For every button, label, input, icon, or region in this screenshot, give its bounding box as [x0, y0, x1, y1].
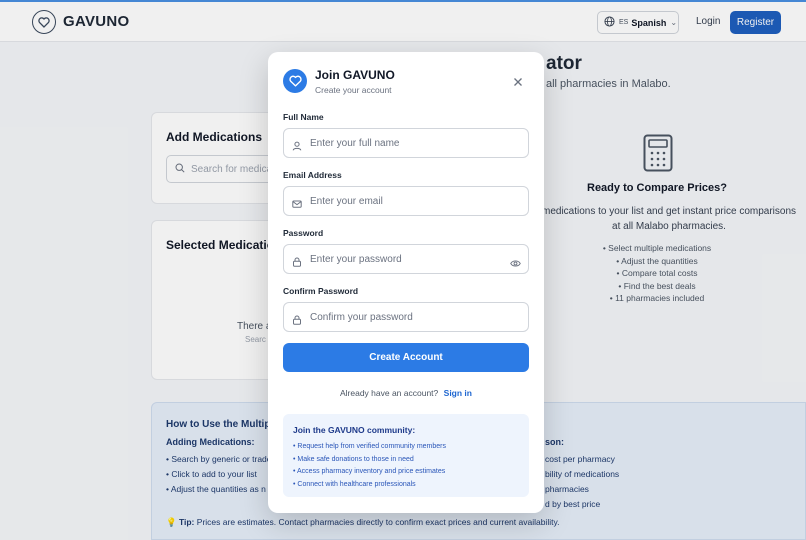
have-account-row: Already have an account? Sign in — [268, 388, 544, 398]
list-item: • Make safe donations to those in need — [293, 455, 414, 463]
lock-icon — [292, 254, 302, 267]
modal-title: Join GAVUNO — [315, 68, 395, 82]
heart-icon — [283, 69, 307, 93]
community-benefits-list: • Request help from verified community m… — [293, 441, 446, 491]
full-name-label: Full Name — [283, 112, 324, 122]
have-account-text: Already have an account? — [339, 388, 439, 398]
lock-icon — [292, 312, 302, 325]
password-input[interactable] — [310, 253, 500, 265]
confirm-password-field[interactable] — [283, 302, 529, 332]
list-item: • Request help from verified community m… — [293, 443, 447, 450]
modal-subtitle: Create your account — [315, 85, 392, 95]
email-label: Email Address — [283, 170, 342, 180]
password-field[interactable] — [283, 244, 529, 274]
sign-in-link[interactable]: Sign in — [444, 388, 472, 398]
email-field[interactable] — [283, 186, 529, 216]
email-input[interactable] — [310, 195, 500, 207]
confirm-password-input[interactable] — [310, 311, 500, 323]
community-title: Join the GAVUNO community: — [293, 425, 416, 435]
full-name-input[interactable] — [310, 137, 500, 149]
password-label: Password — [283, 228, 324, 238]
create-account-button[interactable]: Create Account — [283, 343, 529, 372]
user-icon — [292, 138, 302, 151]
confirm-password-label: Confirm Password — [283, 286, 359, 296]
signup-modal: Join GAVUNO Create your account Full Nam… — [268, 52, 544, 513]
full-name-field[interactable] — [283, 128, 529, 158]
mail-icon — [292, 196, 302, 208]
list-item: • Access pharmacy inventory and price es… — [293, 468, 446, 475]
eye-icon[interactable] — [510, 255, 521, 273]
list-item: • Connect with healthcare professionals — [293, 480, 416, 488]
community-info-box: Join the GAVUNO community: • Request hel… — [283, 414, 529, 497]
close-icon[interactable] — [512, 75, 524, 87]
